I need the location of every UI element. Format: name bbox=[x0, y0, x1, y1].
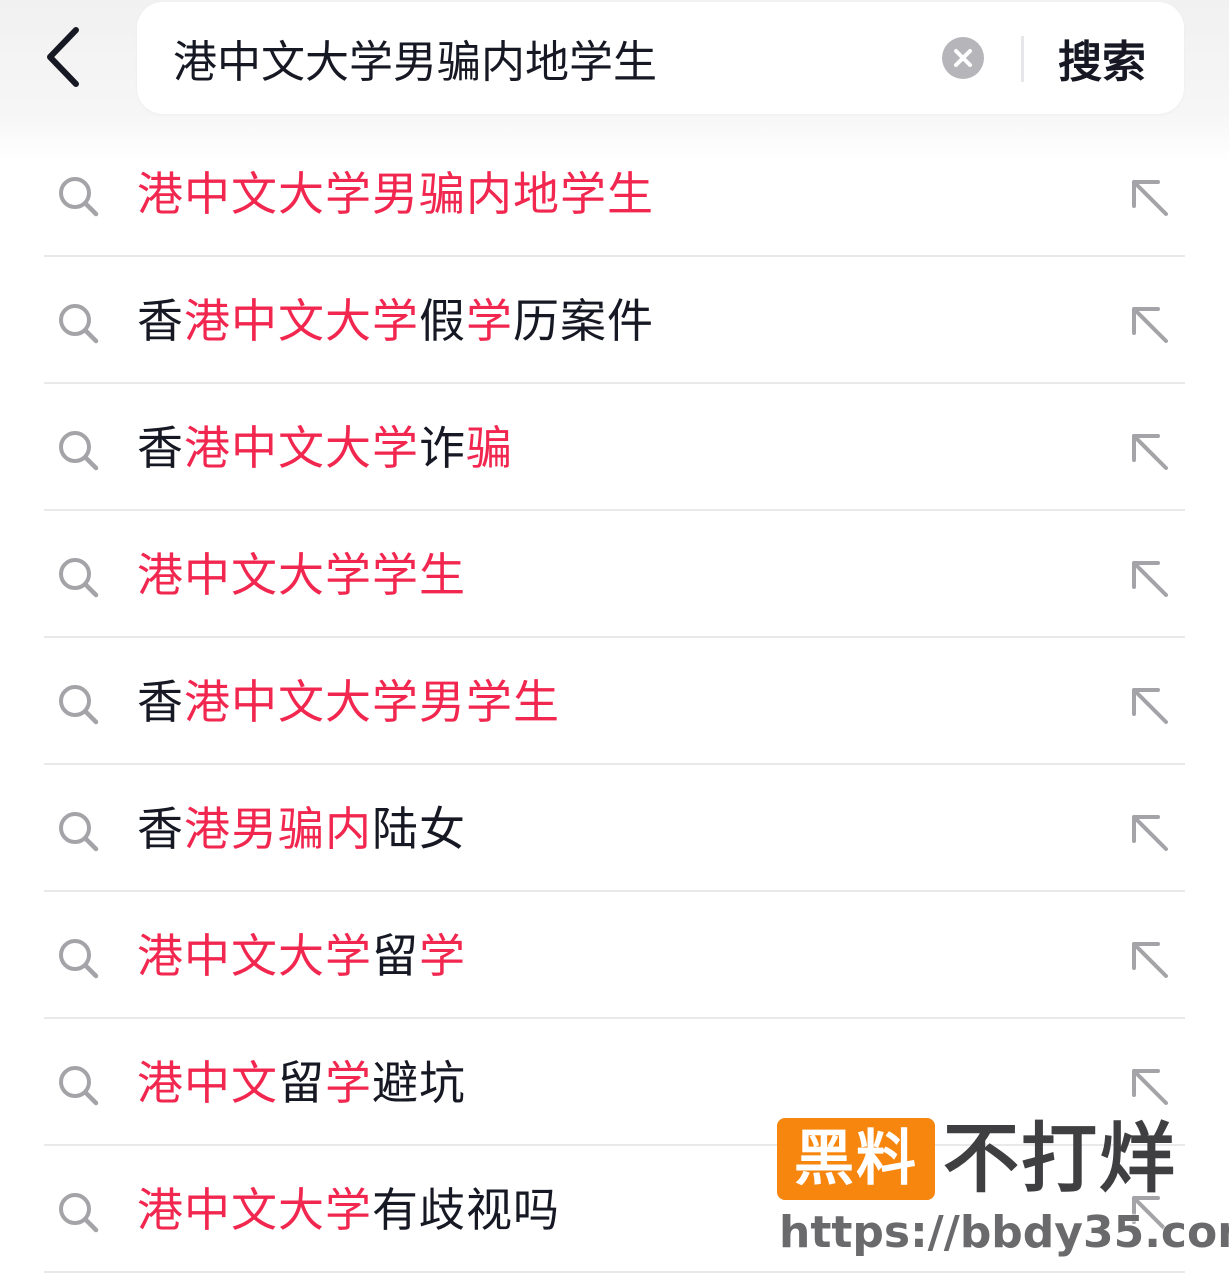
arrow-up-left-icon[interactable] bbox=[1128, 811, 1172, 855]
text-segment: 假 bbox=[419, 294, 466, 348]
arrow-up-left-icon[interactable] bbox=[1128, 176, 1172, 220]
highlight-segment: 港男骗内 bbox=[184, 802, 372, 856]
arrow-up-left-icon[interactable] bbox=[1128, 1192, 1172, 1236]
suggestion-item[interactable]: 港中文留学避坑 bbox=[0, 1019, 1229, 1146]
suggestion-item[interactable]: 港中文大学留学 bbox=[0, 892, 1229, 1019]
search-box: 搜索 bbox=[137, 2, 1184, 114]
suggestion-item[interactable]: 香港中文大学男学生 bbox=[0, 638, 1229, 765]
suggestion-label: 港中文大学学生 bbox=[137, 545, 466, 605]
highlight-segment: 港中文大学男学生 bbox=[184, 675, 560, 729]
highlight-segment: 港中文 bbox=[137, 1056, 278, 1110]
suggestion-label: 港中文留学避坑 bbox=[137, 1053, 466, 1113]
back-button[interactable] bbox=[28, 22, 98, 92]
text-segment: 留 bbox=[372, 929, 419, 983]
text-segment: 历案件 bbox=[513, 294, 654, 348]
search-icon bbox=[59, 812, 99, 852]
text-segment: 诈 bbox=[419, 421, 466, 475]
suggestion-label: 港中文大学留学 bbox=[137, 926, 466, 986]
suggestion-label: 香港中文大学男学生 bbox=[137, 672, 560, 732]
suggestion-label: 港中文大学男骗内地学生 bbox=[137, 164, 654, 224]
highlight-segment: 学 bbox=[466, 294, 513, 348]
suggestion-item[interactable]: 香港中文大学诈骗 bbox=[0, 384, 1229, 511]
row-divider bbox=[44, 1271, 1185, 1273]
search-icon bbox=[59, 1193, 99, 1233]
divider bbox=[1021, 36, 1024, 82]
highlight-segment: 骗 bbox=[466, 421, 513, 475]
arrow-up-left-icon[interactable] bbox=[1128, 938, 1172, 982]
suggestion-label: 香港中文大学诈骗 bbox=[137, 418, 513, 478]
search-input[interactable] bbox=[173, 26, 933, 90]
arrow-up-left-icon[interactable] bbox=[1128, 684, 1172, 728]
text-segment: 留 bbox=[278, 1056, 325, 1110]
search-icon bbox=[59, 685, 99, 725]
close-icon bbox=[954, 49, 972, 67]
highlight-segment: 港中文大学 bbox=[137, 929, 372, 983]
suggestion-label: 香港男骗内陆女 bbox=[137, 799, 466, 859]
search-icon bbox=[59, 1066, 99, 1106]
search-icon bbox=[59, 304, 99, 344]
suggestion-item[interactable]: 香港中文大学假学历案件 bbox=[0, 257, 1229, 384]
text-segment: 香 bbox=[137, 421, 184, 475]
suggestion-item[interactable]: 港中文大学男骗内地学生 bbox=[0, 130, 1229, 257]
text-segment: 陆女 bbox=[372, 802, 466, 856]
highlight-segment: 港中文大学学生 bbox=[137, 548, 466, 602]
text-segment: 避坑 bbox=[372, 1056, 466, 1110]
highlight-segment: 港中文大学 bbox=[184, 421, 419, 475]
highlight-segment: 港中文大学男骗内地学生 bbox=[137, 167, 654, 221]
search-button[interactable]: 搜索 bbox=[1042, 24, 1162, 92]
suggestion-label: 港中文大学有歧视吗 bbox=[137, 1180, 560, 1240]
text-segment: 有歧视吗 bbox=[372, 1183, 560, 1237]
search-icon bbox=[59, 177, 99, 217]
text-segment: 香 bbox=[137, 802, 184, 856]
search-icon bbox=[59, 939, 99, 979]
search-icon bbox=[59, 558, 99, 598]
highlight-segment: 港中文大学 bbox=[184, 294, 419, 348]
highlight-segment: 学 bbox=[325, 1056, 372, 1110]
suggestion-label: 香港中文大学假学历案件 bbox=[137, 291, 654, 351]
arrow-up-left-icon[interactable] bbox=[1128, 430, 1172, 474]
clear-button[interactable] bbox=[942, 37, 984, 79]
arrow-up-left-icon[interactable] bbox=[1128, 303, 1172, 347]
arrow-up-left-icon[interactable] bbox=[1128, 557, 1172, 601]
text-segment: 香 bbox=[137, 675, 184, 729]
highlight-segment: 学 bbox=[419, 929, 466, 983]
chevron-left-icon bbox=[47, 27, 79, 87]
highlight-segment: 港中文大学 bbox=[137, 1183, 372, 1237]
arrow-up-left-icon[interactable] bbox=[1128, 1065, 1172, 1109]
suggestion-item[interactable]: 港中文大学学生 bbox=[0, 511, 1229, 638]
suggestion-item[interactable]: 港中文大学有歧视吗 bbox=[0, 1146, 1229, 1273]
text-segment: 香 bbox=[137, 294, 184, 348]
search-icon bbox=[59, 431, 99, 471]
suggestion-list: 港中文大学男骗内地学生 香港中文大学假学历案件 香港中文大学诈骗 港中文大学学生 香港中… bbox=[0, 130, 1229, 1273]
suggestion-item[interactable]: 香港男骗内陆女 bbox=[0, 765, 1229, 892]
